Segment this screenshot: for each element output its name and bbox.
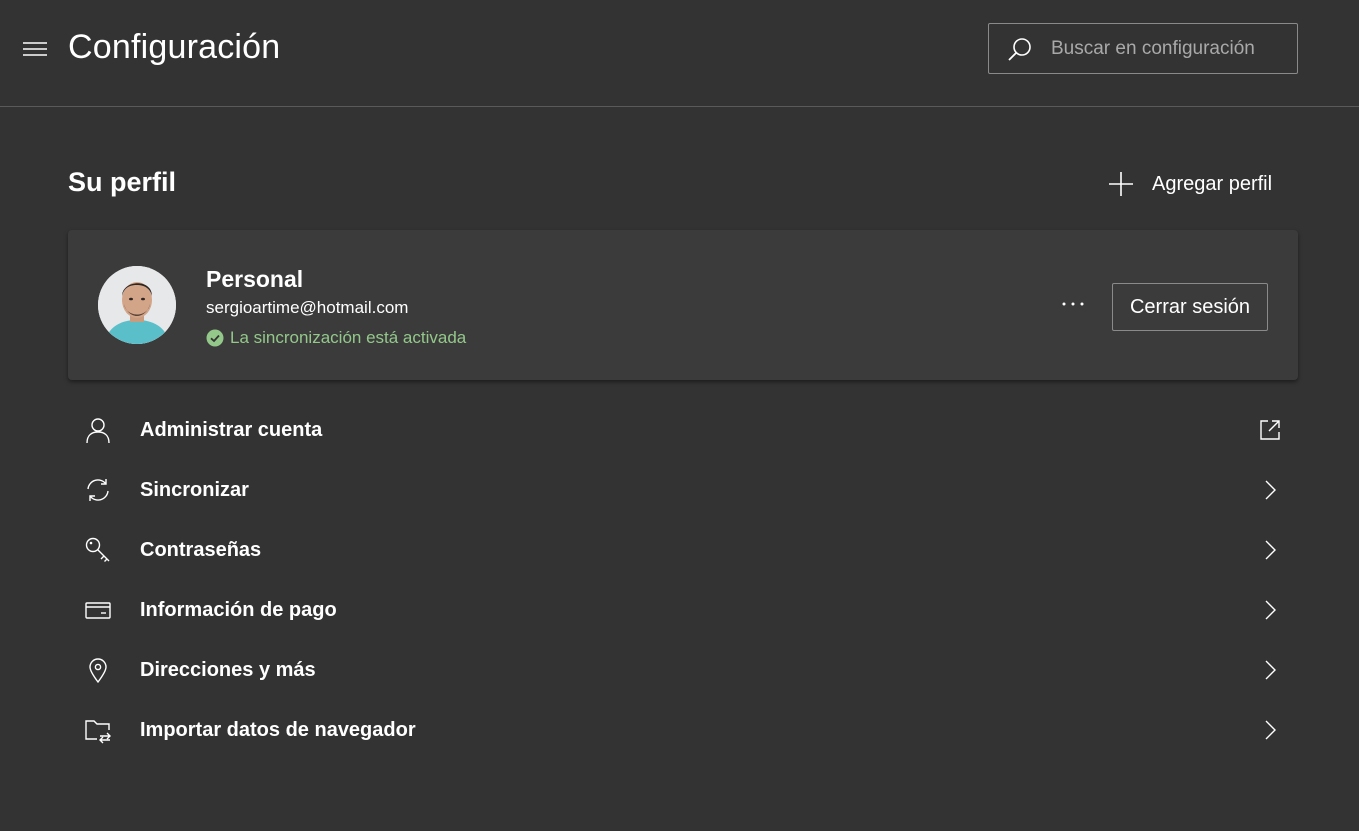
chevron-right-icon (1256, 716, 1284, 744)
check-circle-icon (206, 329, 224, 347)
chevron-right-icon (1256, 476, 1284, 504)
add-profile-button[interactable]: Agregar perfil (1106, 168, 1272, 200)
external-link-icon (1256, 416, 1284, 444)
settings-menu: Administrar cuenta Sincronizar Contraseñ… (68, 400, 1298, 760)
menu-item-label: Información de pago (140, 598, 337, 621)
header: Configuración (0, 0, 1359, 107)
menu-item-contrasenas[interactable]: Contraseñas (68, 520, 1298, 580)
key-icon (84, 536, 112, 564)
sync-icon (84, 476, 112, 504)
menu-item-importar-datos[interactable]: Importar datos de navegador (68, 700, 1298, 760)
credit-card-icon (84, 596, 112, 624)
menu-item-label: Direcciones y más (140, 658, 316, 681)
person-icon (84, 416, 112, 444)
menu-item-label: Contraseñas (140, 538, 262, 561)
profile-name: Personal (206, 266, 304, 292)
menu-item-label: Administrar cuenta (140, 418, 323, 441)
menu-item-informacion-de-pago[interactable]: Información de pago (68, 580, 1298, 640)
menu-item-direcciones-y-mas[interactable]: Direcciones y más (68, 640, 1298, 700)
menu-item-label: Sincronizar (140, 478, 249, 501)
sync-status: La sincronización está activada (206, 328, 466, 348)
sign-out-button[interactable]: Cerrar sesión (1112, 283, 1268, 331)
sync-status-label: La sincronización está activada (230, 328, 467, 347)
menu-item-label: Importar datos de navegador (140, 718, 416, 741)
profile-email: sergioartime@hotmail.com (206, 298, 409, 317)
plus-icon (1106, 169, 1136, 199)
search-input[interactable] (1051, 36, 1283, 62)
chevron-right-icon (1256, 536, 1284, 564)
location-pin-icon (84, 656, 112, 684)
more-horizontal-icon (1062, 302, 1084, 306)
chevron-right-icon (1256, 656, 1284, 684)
profile-card: Personal sergioartime@hotmail.com La sin… (68, 230, 1298, 380)
chevron-right-icon (1256, 596, 1284, 624)
search-icon (1007, 37, 1033, 63)
section-title: Su perfil (68, 167, 177, 197)
hamburger-icon[interactable] (20, 38, 50, 62)
more-options-button[interactable] (1052, 288, 1094, 320)
search-box[interactable] (988, 23, 1298, 74)
menu-item-administrar-cuenta[interactable]: Administrar cuenta (68, 400, 1298, 460)
add-profile-label: Agregar perfil (1152, 172, 1273, 195)
page-title: Configuración (68, 28, 281, 66)
import-folder-icon (84, 716, 112, 744)
menu-item-sincronizar[interactable]: Sincronizar (68, 460, 1298, 520)
avatar (98, 266, 176, 344)
